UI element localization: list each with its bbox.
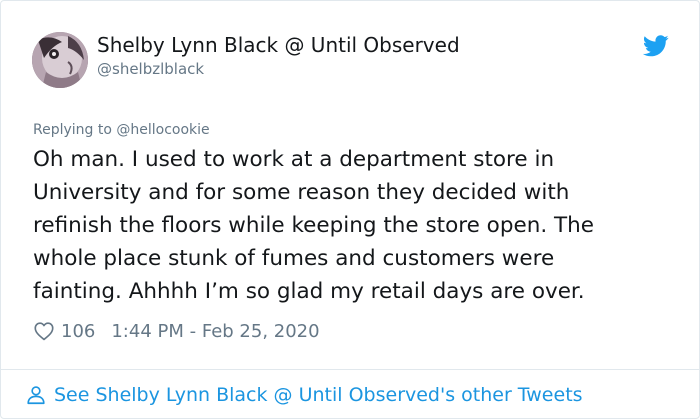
tweet-timestamp[interactable]: 1:44 PM - Feb 25, 2020 xyxy=(111,321,319,342)
tweet-text: Oh man. I used to work at a department s… xyxy=(33,143,683,308)
author-handle[interactable]: @shelbzlblack xyxy=(97,59,204,79)
embedded-tweet-card: Shelby Lynn Black @ Until Observed @shel… xyxy=(0,0,700,419)
reply-target-link[interactable]: @hellocookie xyxy=(116,122,209,138)
avatar-image xyxy=(32,32,88,88)
other-tweets-link-text[interactable]: See Shelby Lynn Black @ Until Observed's… xyxy=(54,384,583,406)
author-name[interactable]: Shelby Lynn Black @ Until Observed xyxy=(97,32,460,58)
heart-icon[interactable] xyxy=(33,320,55,342)
twitter-bird-icon[interactable] xyxy=(642,35,669,57)
tweet-text-line: whole place stunk of fumes and customers… xyxy=(33,246,555,271)
other-tweets-link[interactable]: See Shelby Lynn Black @ Until Observed's… xyxy=(25,381,583,409)
person-icon xyxy=(25,384,47,406)
reply-prefix: Replying to xyxy=(33,122,112,138)
tweet-text-line: refinish the floors while keeping the st… xyxy=(33,213,594,238)
tweet-text-line: Oh man. I used to work at a department s… xyxy=(33,147,555,172)
avatar[interactable] xyxy=(32,32,88,88)
tweet-text-line: University and for some reason they deci… xyxy=(33,180,570,205)
reply-context: Replying to @hellocookie xyxy=(33,120,210,140)
divider xyxy=(1,369,699,370)
tweet-meta: 106 1:44 PM - Feb 25, 2020 xyxy=(33,317,320,345)
like-count[interactable]: 106 xyxy=(61,321,95,342)
tweet-text-line: fainting. Ahhhh I’m so glad my retail da… xyxy=(33,279,585,304)
